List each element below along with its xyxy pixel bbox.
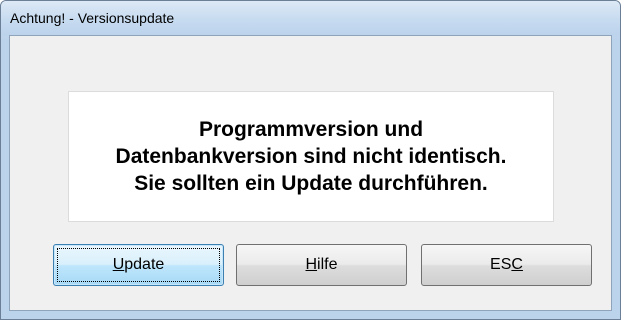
dialog-client-area: Programmversion und Datenbankversion sin… — [9, 35, 612, 311]
title-bar[interactable]: Achtung! - Versionsupdate — [1, 1, 620, 35]
message-panel: Programmversion und Datenbankversion sin… — [68, 91, 554, 222]
escape-button-label: ESC — [490, 256, 523, 274]
update-label-rest: pdate — [124, 256, 165, 273]
escape-button[interactable]: ESC — [421, 244, 592, 286]
help-label-rest: ilfe — [317, 256, 338, 273]
escape-mnemonic: C — [511, 256, 523, 273]
message-line-3: Sie sollten ein Update durchführen. — [134, 172, 488, 195]
dialog-window: Achtung! - Versionsupdate Programmversio… — [0, 0, 621, 320]
update-button-label: Update — [113, 256, 165, 274]
update-button[interactable]: Update — [53, 244, 224, 286]
help-button[interactable]: Hilfe — [236, 244, 407, 286]
help-mnemonic: H — [305, 256, 318, 273]
message-line-2: Datenbankversion sind nicht identisch. — [115, 145, 507, 168]
update-mnemonic: U — [112, 256, 125, 273]
message-line-1: Programmversion und — [198, 118, 424, 141]
escape-label-start: ES — [490, 256, 512, 273]
window-title: Achtung! - Versionsupdate — [10, 10, 175, 26]
help-button-label: Hilfe — [305, 256, 337, 274]
